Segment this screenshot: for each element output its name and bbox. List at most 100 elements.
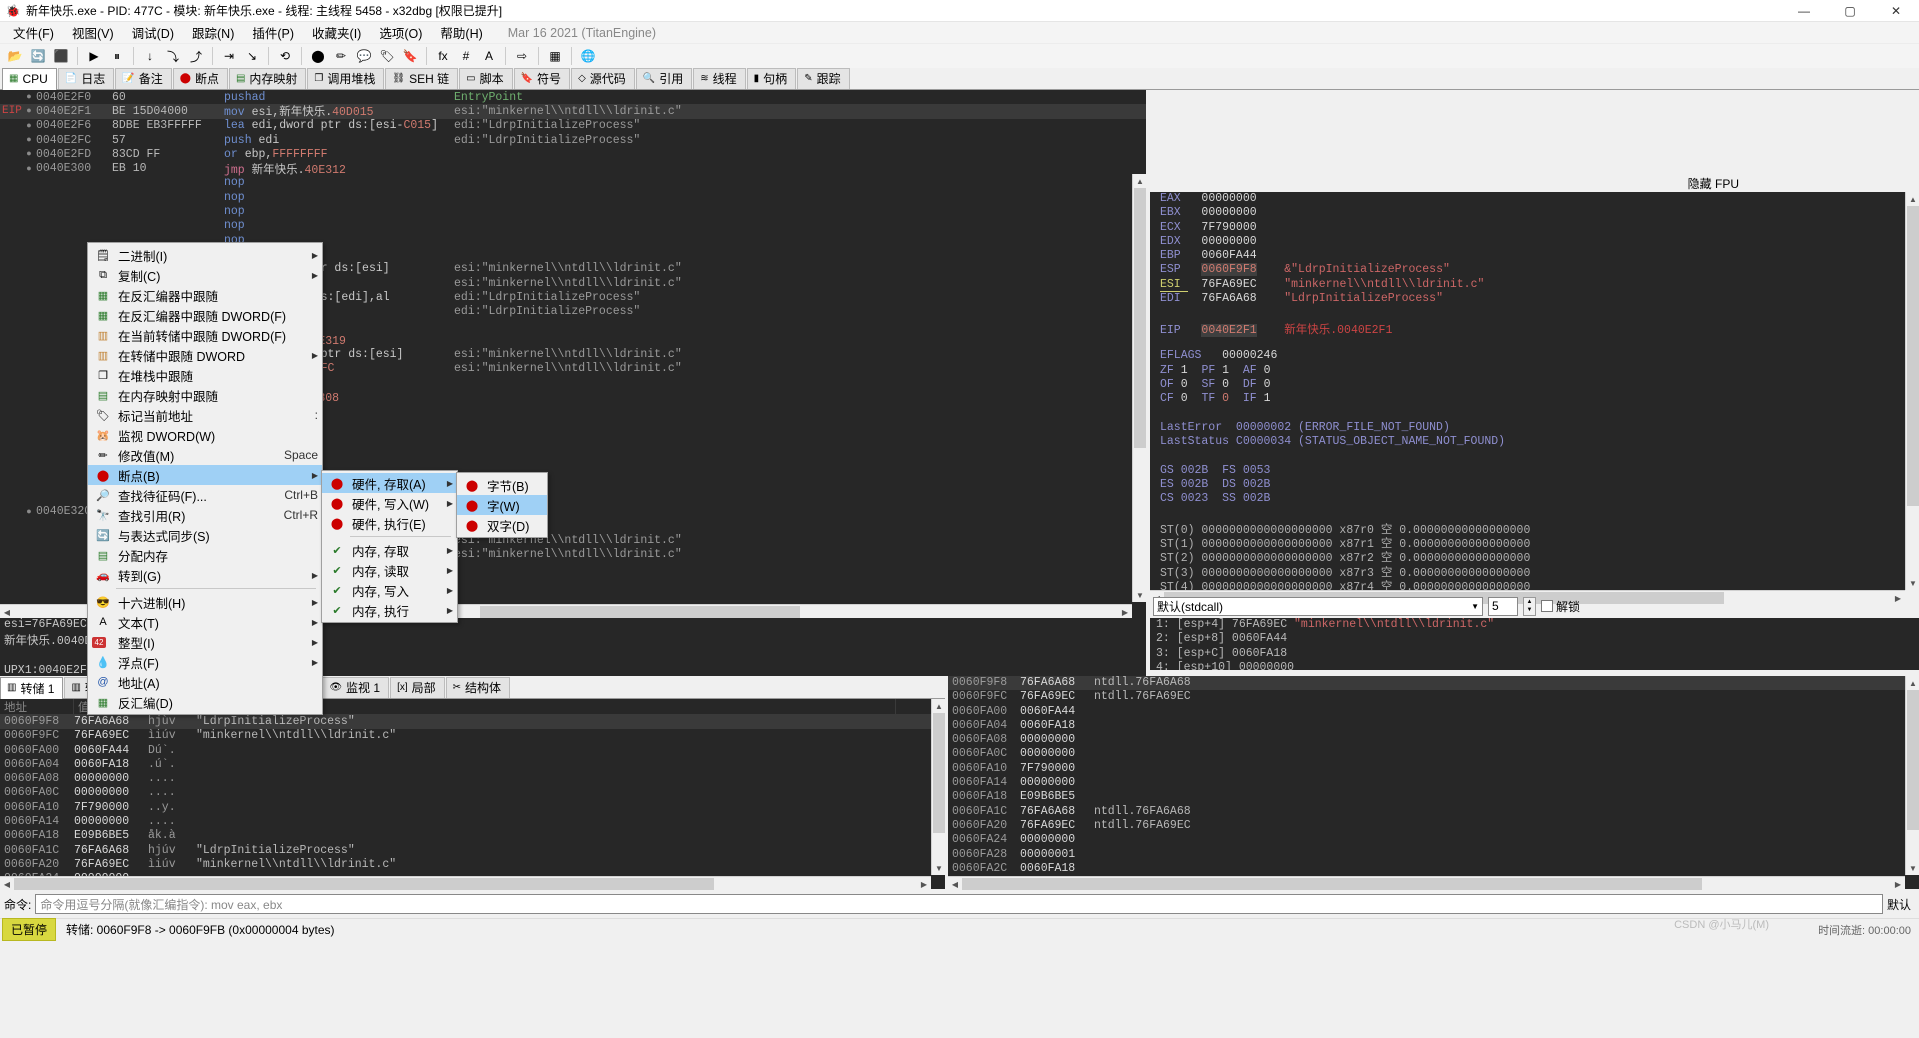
calling-convention-select[interactable]: 默认(stdcall) ▼ bbox=[1153, 596, 1483, 616]
menu-item-查找待征码F[interactable]: 🔎 查找待征码(F)... Ctrl+B bbox=[88, 485, 322, 505]
segment-register[interactable]: GS 002B FS 0053 bbox=[1160, 464, 1270, 477]
register-row[interactable]: EBP 0060FA44 bbox=[1150, 249, 1919, 263]
menu-item-监视DWORDW[interactable]: 🐹 监视 DWORD(W) bbox=[88, 425, 322, 445]
restart-icon[interactable]: 🔄 bbox=[27, 46, 49, 67]
menu-item-浮点F[interactable]: 💧 浮点(F) ▶ bbox=[88, 652, 322, 672]
function-icon[interactable]: fx bbox=[432, 46, 454, 67]
flag-value[interactable]: 1 bbox=[1264, 392, 1271, 405]
register-row[interactable]: ESI 76FA69EC "minkernel\\ntdll\\ldrinit.… bbox=[1150, 277, 1919, 292]
disasm-row[interactable]: ● 0040E2FC 57 push edi edi:"LdrpInitializePr… bbox=[0, 133, 1146, 147]
stack-scroll-up-icon[interactable]: ▲ bbox=[1906, 676, 1919, 690]
dump-tab-局部[interactable]: [x] 局部 bbox=[390, 677, 445, 698]
breakpoint-dot-icon[interactable]: ● bbox=[22, 121, 36, 131]
eflags-value[interactable]: 00000246 bbox=[1222, 349, 1277, 362]
dump-row[interactable]: 0060F9FC 76FA69EC ìiúv "minkernel\\ntdll\\l… bbox=[0, 729, 945, 743]
dump-hscroll-thumb[interactable] bbox=[14, 878, 714, 890]
menu-item-地址A[interactable]: @ 地址(A) bbox=[88, 672, 322, 692]
command-input[interactable]: 命令用逗号分隔(就像汇编指令): mov eax, ebx bbox=[35, 894, 1883, 914]
dump-row[interactable]: 0060FA1C 76FA6A68 hjúv "LdrpInitializeProce… bbox=[0, 844, 945, 858]
disasm-row[interactable]: ● 0040E300 EB 10 jmp 新年快乐.40E312 bbox=[0, 161, 1146, 177]
stack-row[interactable]: 0060FA18 E09B6BE5 bbox=[948, 790, 1919, 804]
maximize-button[interactable]: ▢ bbox=[1827, 0, 1873, 22]
hide-fpu-label[interactable]: 隐藏 FPU bbox=[1688, 175, 1739, 192]
tab-CPU[interactable]: ▦ CPU bbox=[2, 68, 57, 90]
menu-item-字节B[interactable]: ⬤ 字节(B) bbox=[457, 475, 547, 495]
menu-options[interactable]: 选项(O) bbox=[370, 21, 431, 44]
registers-vscrollbar[interactable]: ▲ ▼ bbox=[1905, 192, 1919, 590]
comment-icon[interactable]: 💬 bbox=[353, 46, 375, 67]
disasm-hscroll-thumb[interactable] bbox=[480, 606, 800, 618]
font-icon[interactable]: A bbox=[478, 46, 500, 67]
dump-row[interactable]: 0060FA0C 00000000.... bbox=[0, 786, 945, 800]
register-value[interactable]: 7F790000 bbox=[1201, 221, 1256, 234]
dump-row[interactable]: 0060FA20 76FA69EC ìiúv "minkernel\\ntdll\\l… bbox=[0, 858, 945, 872]
menu-item-字W[interactable]: ⬤ 字(W) bbox=[457, 495, 547, 515]
segment-register[interactable]: CS 0023 SS 002B bbox=[1160, 492, 1270, 505]
flag-value[interactable]: 1 bbox=[1222, 364, 1229, 377]
calculator-icon[interactable]: ▦ bbox=[544, 46, 566, 67]
close-button[interactable]: ✕ bbox=[1873, 0, 1919, 22]
menu-item-反汇编D[interactable]: ▦ 反汇编(D) bbox=[88, 692, 322, 712]
dump-hscroll-left-icon[interactable]: ◀ bbox=[0, 877, 14, 891]
register-spacer[interactable] bbox=[1150, 306, 1919, 320]
argument-row[interactable]: 2: [esp+8] 0060FA44 bbox=[1150, 632, 1919, 646]
bookmark-icon[interactable]: 🔖 bbox=[399, 46, 421, 67]
stack-hscrollbar[interactable]: ◀ ▶ bbox=[948, 876, 1905, 891]
stepper-up-icon[interactable]: ▲ bbox=[1524, 598, 1535, 607]
fpu-row[interactable]: ST(2) 0000000000000000000 x87r2 空 0.0000… bbox=[1150, 549, 1919, 565]
menu-item-标记当前地址[interactable]: 🏷 标记当前地址: bbox=[88, 405, 322, 425]
disasm-row[interactable]: nop bbox=[0, 176, 1146, 190]
segment-row[interactable]: ES 002B DS 002B bbox=[1150, 478, 1919, 492]
flag-value[interactable]: 0 bbox=[1181, 392, 1188, 405]
tab-源代码[interactable]: ◇ 源代码 bbox=[571, 68, 635, 89]
disasm-vscrollbar[interactable]: ▲ ▼ bbox=[1132, 174, 1147, 602]
menu-item-硬件存取A[interactable]: ⬤ 硬件, 存取(A) ▶ bbox=[322, 473, 457, 493]
stack-hscroll-left-icon[interactable]: ◀ bbox=[948, 877, 962, 891]
disasm-row[interactable]: nop bbox=[0, 219, 1146, 233]
menu-item-内存执行[interactable]: ✔ 内存, 执行 ▶ bbox=[322, 600, 457, 620]
menu-item-在堆栈中跟随[interactable]: ❐ 在堆栈中跟随 bbox=[88, 365, 322, 385]
breakpoint-dot-icon[interactable]: ● bbox=[22, 149, 36, 159]
stack-row[interactable]: 0060FA0C 00000000 bbox=[948, 747, 1919, 761]
segment-row[interactable]: GS 002B FS 0053 bbox=[1150, 464, 1919, 478]
stack-scroll-thumb[interactable] bbox=[1907, 690, 1919, 830]
menu-item-在反汇编器中跟随[interactable]: ▦ 在反汇编器中跟随 bbox=[88, 285, 322, 305]
arg-count-input[interactable]: 5 bbox=[1488, 596, 1518, 616]
dump-pane[interactable]: 地址值注释0060F9F876FA6A68hjùv"LdrpInitialize… bbox=[0, 699, 945, 889]
tab-跟踪[interactable]: ✎ 跟踪 bbox=[797, 68, 850, 89]
dump-row[interactable]: 0060F9F8 76FA6A68 hjùv "LdrpInitializeProce… bbox=[0, 715, 945, 730]
menu-item-分配内存[interactable]: ▤ 分配内存 bbox=[88, 545, 322, 565]
disasm-row[interactable]: EIP ● 0040E2F1 BE 15D04000 mov esi,新年快乐.40D0… bbox=[0, 104, 1146, 119]
register-row[interactable]: EBX 00000000 bbox=[1150, 206, 1919, 220]
disasm-scroll-up-icon[interactable]: ▲ bbox=[1133, 174, 1147, 188]
stepper-down-icon[interactable]: ▼ bbox=[1524, 606, 1535, 615]
dump-hscroll-right-icon[interactable]: ▶ bbox=[917, 877, 931, 891]
breakpoint-dot-icon[interactable]: ● bbox=[22, 92, 36, 102]
flags-row[interactable]: OF 0 SF 0 DF 0 bbox=[1150, 378, 1919, 392]
menu-item-硬件写入W[interactable]: ⬤ 硬件, 写入(W) ▶ bbox=[322, 493, 457, 513]
arguments-pane[interactable]: 1: [esp+4] 76FA69EC "minkernel\\ntdll\\l… bbox=[1150, 618, 1919, 670]
menu-item-查找引用R[interactable]: 🔭 查找引用(R) Ctrl+R bbox=[88, 505, 322, 525]
globe-icon[interactable]: 🌐 bbox=[577, 46, 599, 67]
stack-row[interactable]: 0060FA14 00000000 bbox=[948, 776, 1919, 790]
dump-tab-结构体[interactable]: ✂ 结构体 bbox=[445, 677, 511, 698]
menu-item-双字D[interactable]: ⬤ 双字(D) bbox=[457, 515, 547, 535]
dump-scroll-thumb[interactable] bbox=[933, 713, 945, 833]
open-icon[interactable]: 📂 bbox=[4, 46, 26, 67]
tab-日志[interactable]: 📄 日志 bbox=[57, 68, 115, 89]
disasm-scroll-right-icon[interactable]: ▶ bbox=[1118, 605, 1132, 619]
register-row-eip[interactable]: EIP 0040E2F1 新年快乐.0040E2F1 bbox=[1150, 321, 1919, 337]
flag-value[interactable]: 0 bbox=[1222, 378, 1229, 391]
register-spacer[interactable] bbox=[1150, 449, 1919, 463]
step-into-icon[interactable]: ↓ bbox=[139, 46, 161, 67]
pause-icon[interactable]: ⏸ bbox=[106, 46, 128, 67]
breakpoint-icon[interactable]: ⬤ bbox=[307, 46, 329, 67]
stack-hscroll-thumb[interactable] bbox=[962, 878, 1702, 890]
dump-row[interactable]: 0060FA10 7F790000 ..y. bbox=[0, 801, 945, 815]
register-spacer[interactable] bbox=[1150, 406, 1919, 420]
register-value[interactable]: 00000000 bbox=[1201, 206, 1256, 219]
export-icon[interactable]: ⇨ bbox=[511, 46, 533, 67]
stack-row[interactable]: 0060FA04 0060FA18 bbox=[948, 719, 1919, 733]
reg-scroll-thumb[interactable] bbox=[1907, 206, 1919, 506]
register-spacer[interactable] bbox=[1150, 507, 1919, 521]
